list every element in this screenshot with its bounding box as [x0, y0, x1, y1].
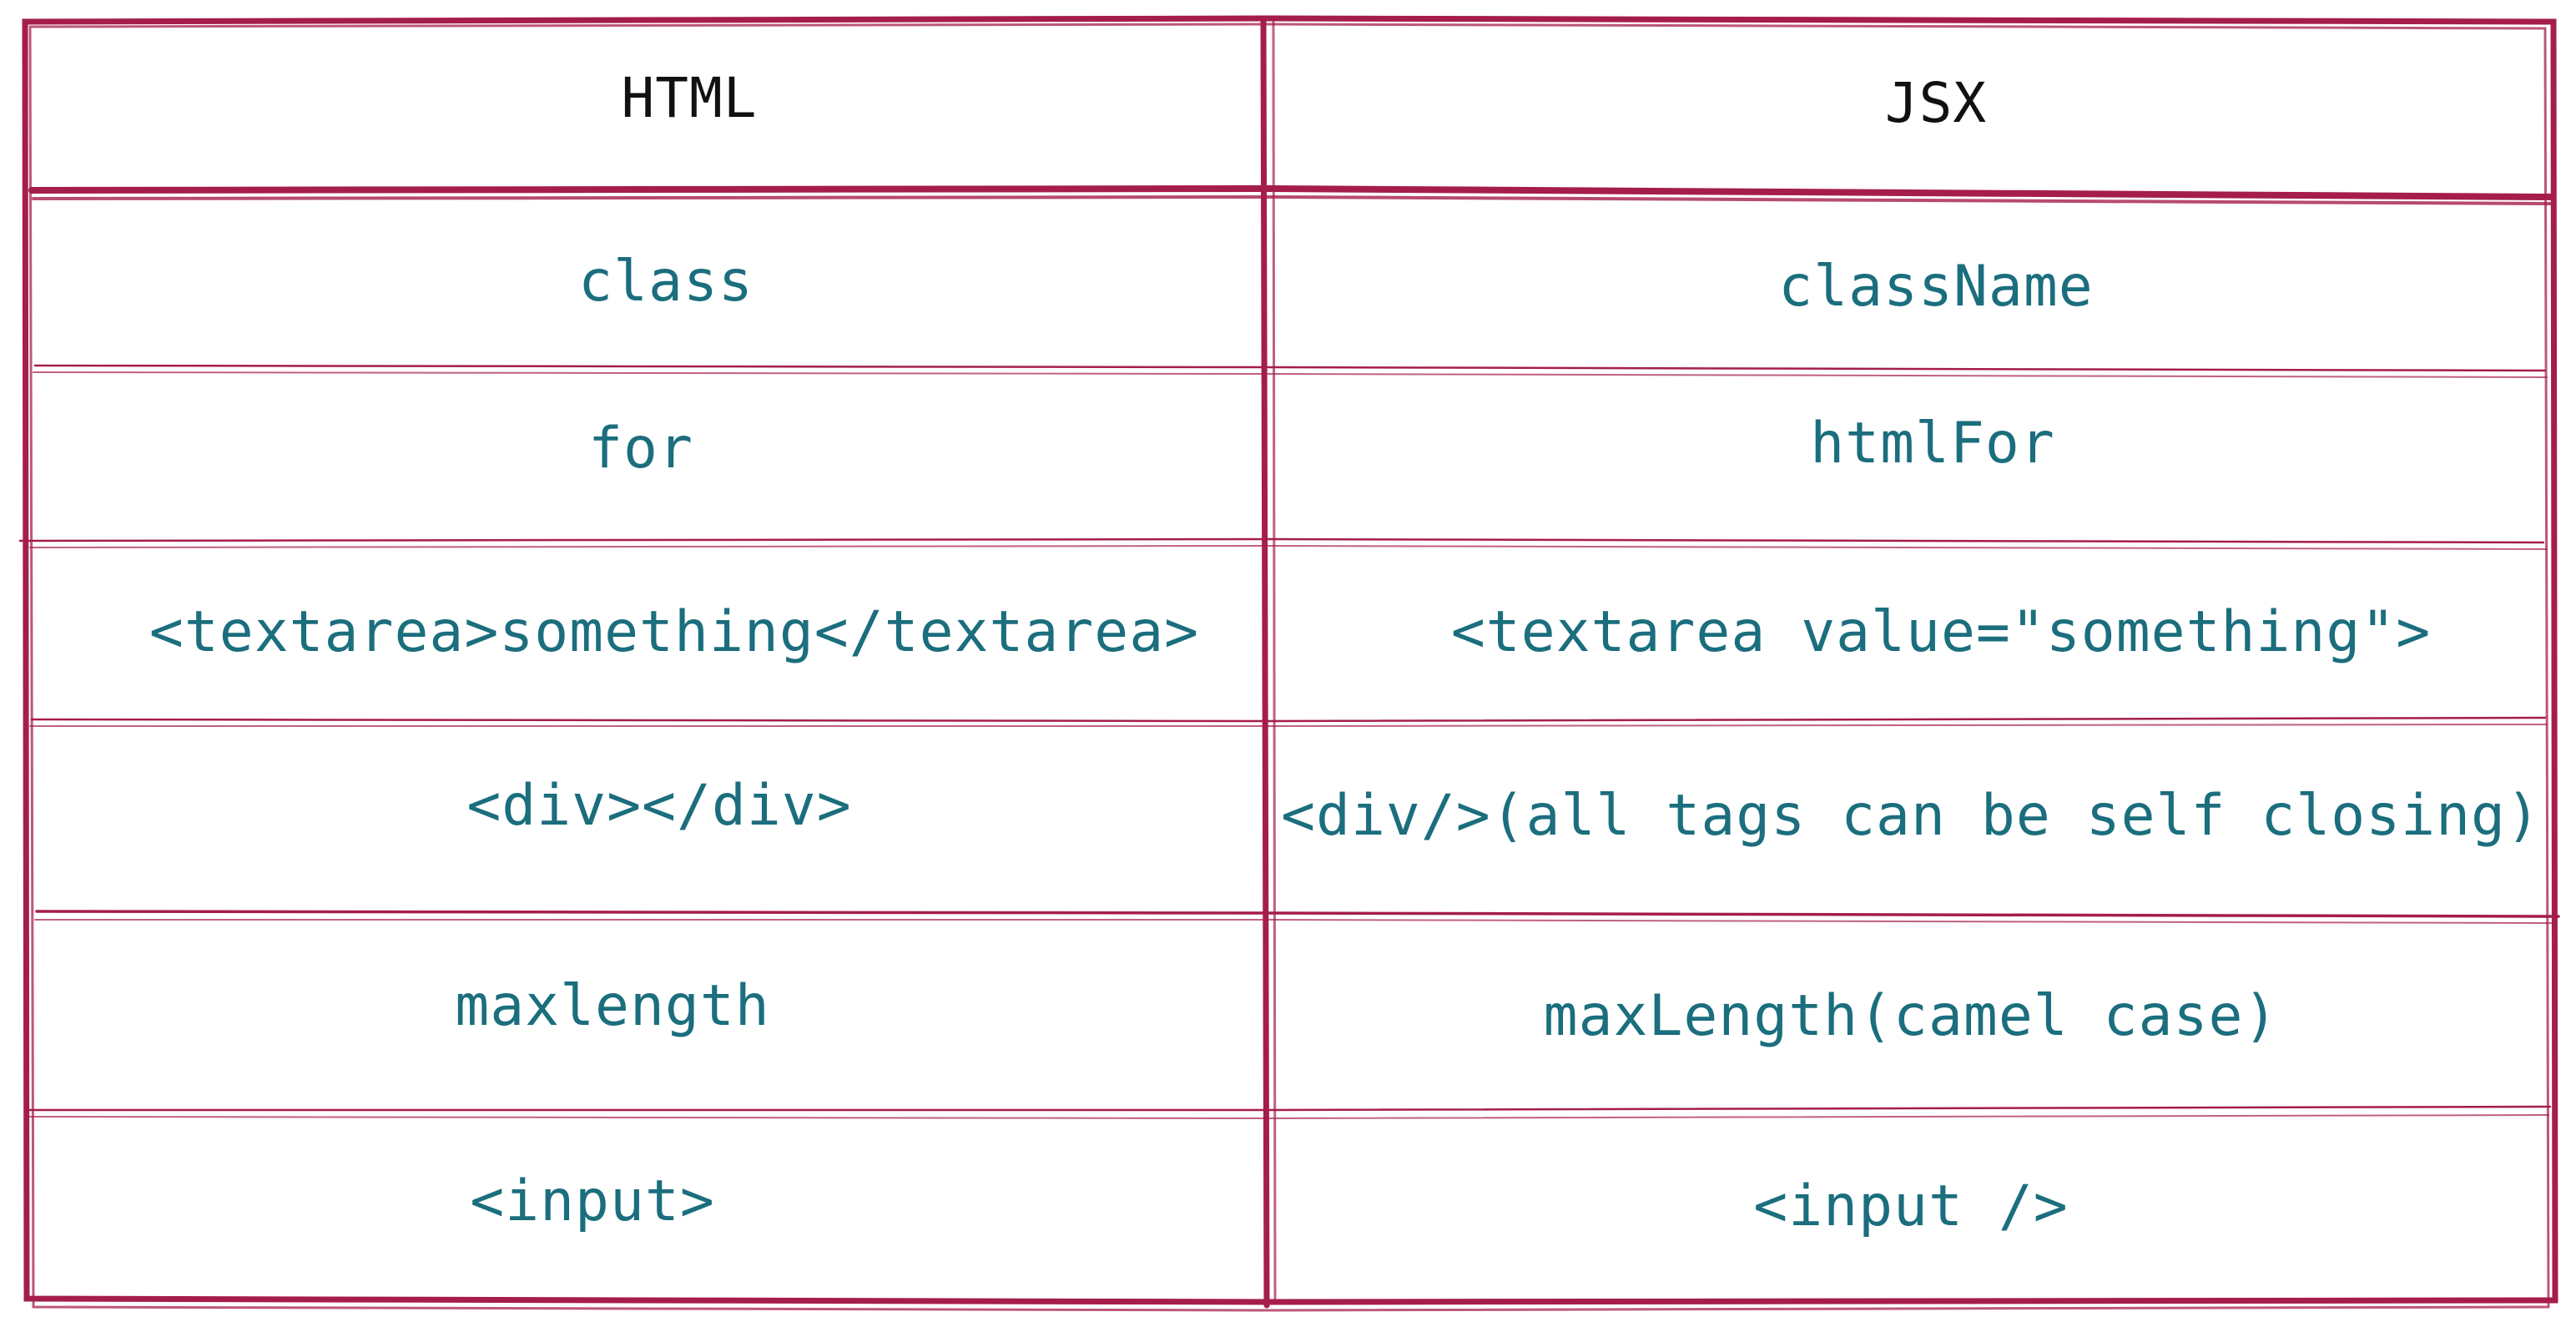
cell-jsx-htmlfor: htmlFor: [1810, 411, 2055, 477]
cell-jsx-div: <div/>(all tags can be self closing): [1281, 783, 2541, 849]
cell-jsx-input: <input />: [1753, 1173, 2069, 1239]
cell-html-for: for: [588, 416, 693, 482]
header-html: HTML: [621, 66, 758, 130]
comparison-diagram: HTML JSX class className for htmlFor <te…: [0, 0, 2576, 1327]
cell-html-input: <input>: [470, 1168, 715, 1234]
cell-jsx-classname: className: [1778, 254, 2094, 320]
cell-jsx-maxlength: maxLength(camel case): [1543, 983, 2279, 1049]
cell-html-class: class: [578, 249, 754, 315]
cell-html-textarea: <textarea>something</textarea>: [149, 599, 1200, 665]
cell-html-maxlength: maxlength: [455, 973, 770, 1039]
cell-html-div: <div></div>: [466, 773, 852, 839]
header-jsx: JSX: [1884, 71, 1988, 135]
cell-jsx-textarea: <textarea value="something">: [1450, 599, 2432, 665]
